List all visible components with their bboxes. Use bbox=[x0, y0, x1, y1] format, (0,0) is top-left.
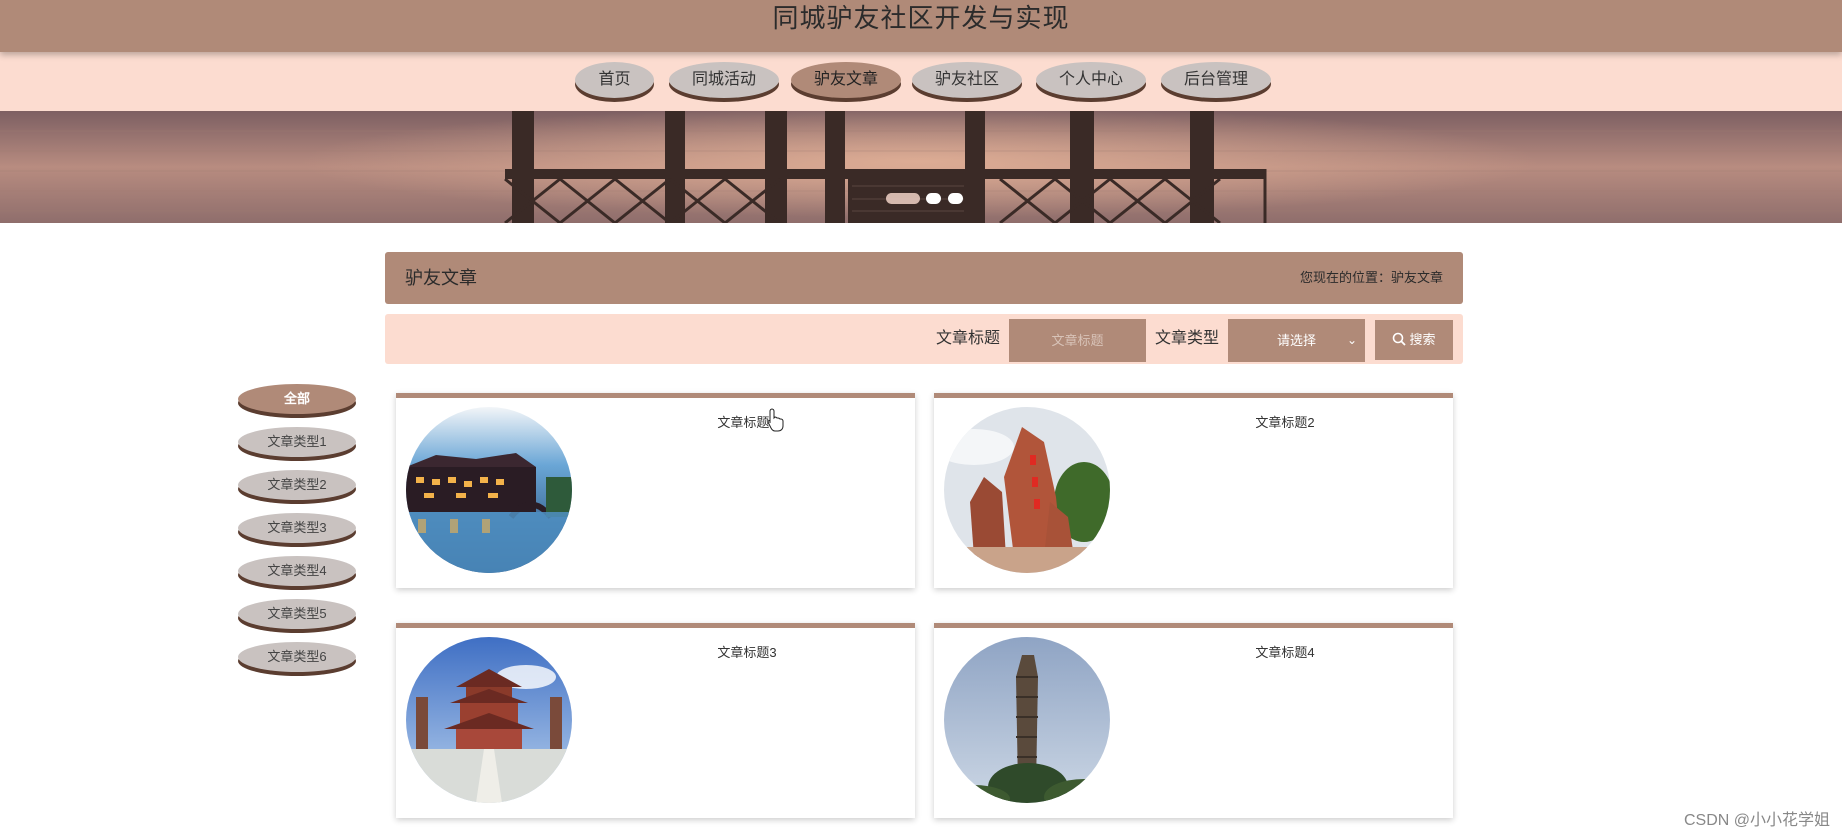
nav-item-admin[interactable]: 后台管理 bbox=[1161, 62, 1271, 98]
category-sidebar: 全部 文章类型1 文章类型2 文章类型3 文章类型4 文章类型5 文章类型6 bbox=[238, 382, 358, 682]
nav-item-activities[interactable]: 同城活动 bbox=[669, 62, 779, 98]
article-title-label: 文章标题 bbox=[936, 330, 1001, 347]
carousel-dot-1[interactable] bbox=[886, 193, 920, 204]
stone-tower-image bbox=[944, 637, 1110, 803]
page-title: 驴友文章 bbox=[405, 268, 477, 288]
article-title: 文章标题3 bbox=[717, 645, 777, 660]
article-title: 文章标题1 bbox=[717, 415, 777, 430]
temple-image bbox=[406, 637, 572, 803]
main-nav: 首页 同城活动 驴友文章 驴友社区 个人中心 后台管理 bbox=[0, 52, 1842, 111]
search-bar: 文章标题 文章类型 请选择 ⌄ 搜索 bbox=[385, 314, 1463, 364]
category-type-4[interactable]: 文章类型4 bbox=[238, 556, 356, 586]
article-type-selected: 请选择 bbox=[1276, 333, 1316, 348]
banner-pier-image bbox=[0, 111, 1842, 223]
article-thumbnail bbox=[944, 637, 1110, 803]
carousel-dot-3[interactable] bbox=[948, 193, 963, 204]
search-icon bbox=[1393, 332, 1407, 346]
chevron-down-icon: ⌄ bbox=[1346, 333, 1357, 347]
water-town-image bbox=[406, 407, 572, 573]
article-title-input[interactable] bbox=[1009, 319, 1146, 362]
nav-list: 首页 同城活动 驴友文章 驴友社区 个人中心 后台管理 bbox=[0, 62, 1842, 106]
article-title: 文章标题2 bbox=[1255, 415, 1315, 430]
breadcrumb-location: 您现在的位置：驴友文章 bbox=[1299, 270, 1443, 285]
search-button[interactable]: 搜索 bbox=[1375, 320, 1453, 360]
article-card[interactable]: 文章标题2 bbox=[934, 393, 1453, 588]
site-header: 同城驴友社区开发与实现 bbox=[0, 0, 1842, 52]
article-thumbnail bbox=[406, 637, 572, 803]
category-type-3[interactable]: 文章类型3 bbox=[238, 513, 356, 543]
nav-item-personal-center[interactable]: 个人中心 bbox=[1036, 62, 1146, 98]
article-type-label: 文章类型 bbox=[1155, 330, 1220, 347]
article-card[interactable]: 文章标题1 bbox=[396, 393, 915, 588]
category-type-1[interactable]: 文章类型1 bbox=[238, 427, 356, 457]
category-all[interactable]: 全部 bbox=[238, 384, 356, 414]
category-type-6[interactable]: 文章类型6 bbox=[238, 642, 356, 672]
site-title: 同城驴友社区开发与实现 bbox=[772, 3, 1070, 33]
red-rock-image bbox=[944, 407, 1110, 573]
nav-item-home[interactable]: 首页 bbox=[575, 62, 654, 98]
carousel-dots bbox=[886, 193, 966, 205]
category-type-2[interactable]: 文章类型2 bbox=[238, 470, 356, 500]
csdn-watermark: CSDN @小小花学姐 bbox=[1683, 812, 1830, 829]
article-card[interactable]: 文章标题4 bbox=[934, 623, 1453, 818]
section-title-bar: 驴友文章 您现在的位置：驴友文章 bbox=[385, 252, 1463, 304]
article-type-select[interactable]: 请选择 ⌄ bbox=[1228, 319, 1365, 362]
carousel-dot-2[interactable] bbox=[926, 193, 941, 204]
hand-cursor-icon bbox=[767, 408, 784, 432]
article-thumbnail bbox=[944, 407, 1110, 573]
nav-item-articles[interactable]: 驴友文章 bbox=[791, 62, 901, 98]
article-card[interactable]: 文章标题3 bbox=[396, 623, 915, 818]
article-title: 文章标题4 bbox=[1255, 645, 1315, 660]
nav-item-community[interactable]: 驴友社区 bbox=[912, 62, 1022, 98]
article-thumbnail bbox=[406, 407, 572, 573]
category-type-5[interactable]: 文章类型5 bbox=[238, 599, 356, 629]
search-button-label: 搜索 bbox=[1409, 332, 1436, 347]
banner-carousel[interactable] bbox=[0, 111, 1842, 223]
